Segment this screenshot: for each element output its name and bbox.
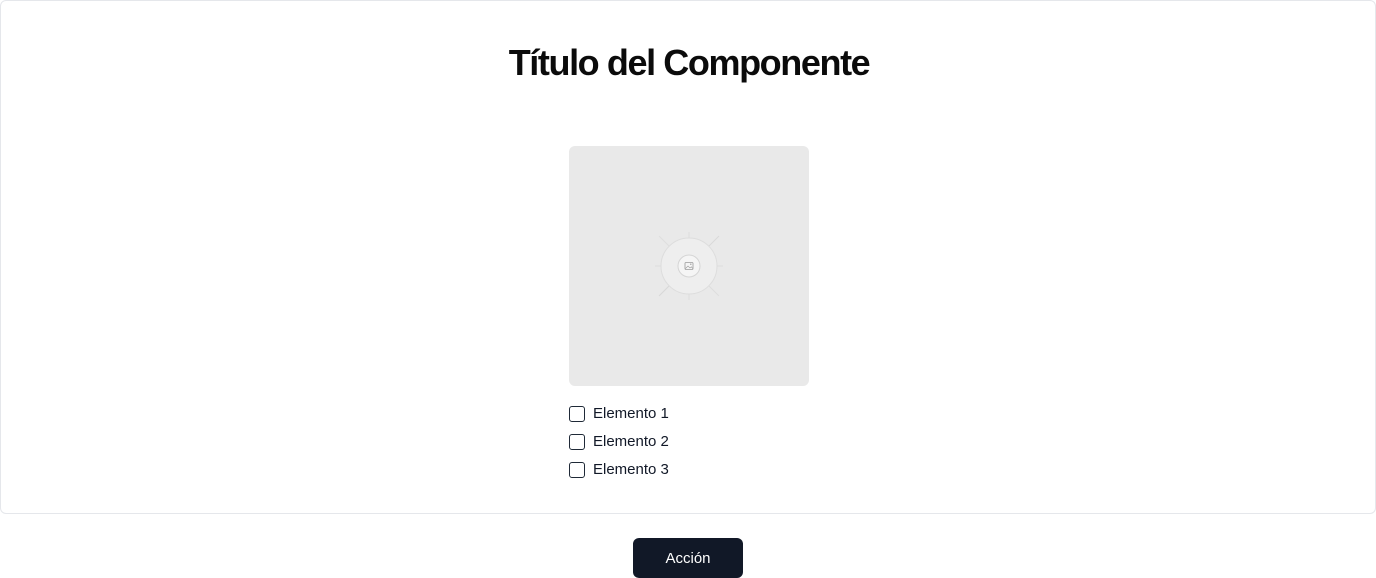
image-placeholder bbox=[569, 146, 809, 386]
checklist-item[interactable]: Elemento 3 bbox=[569, 456, 669, 484]
image-placeholder-icon bbox=[655, 232, 723, 300]
checklist-item-label: Elemento 3 bbox=[593, 461, 669, 478]
checkbox[interactable] bbox=[569, 462, 585, 478]
checklist: Elemento 1 Elemento 2 Elemento 3 bbox=[569, 400, 669, 484]
checklist-item-label: Elemento 1 bbox=[593, 405, 669, 422]
checklist-item[interactable]: Elemento 2 bbox=[569, 428, 669, 456]
action-button[interactable]: Acción bbox=[633, 538, 743, 578]
checklist-item-label: Elemento 2 bbox=[593, 433, 669, 450]
checkbox[interactable] bbox=[569, 406, 585, 422]
component-title: Título del Componente bbox=[508, 42, 871, 83]
component-card: Título del Componente Elemento 1 Element… bbox=[0, 0, 1376, 514]
checklist-item[interactable]: Elemento 1 bbox=[569, 400, 669, 428]
checkbox[interactable] bbox=[569, 434, 585, 450]
